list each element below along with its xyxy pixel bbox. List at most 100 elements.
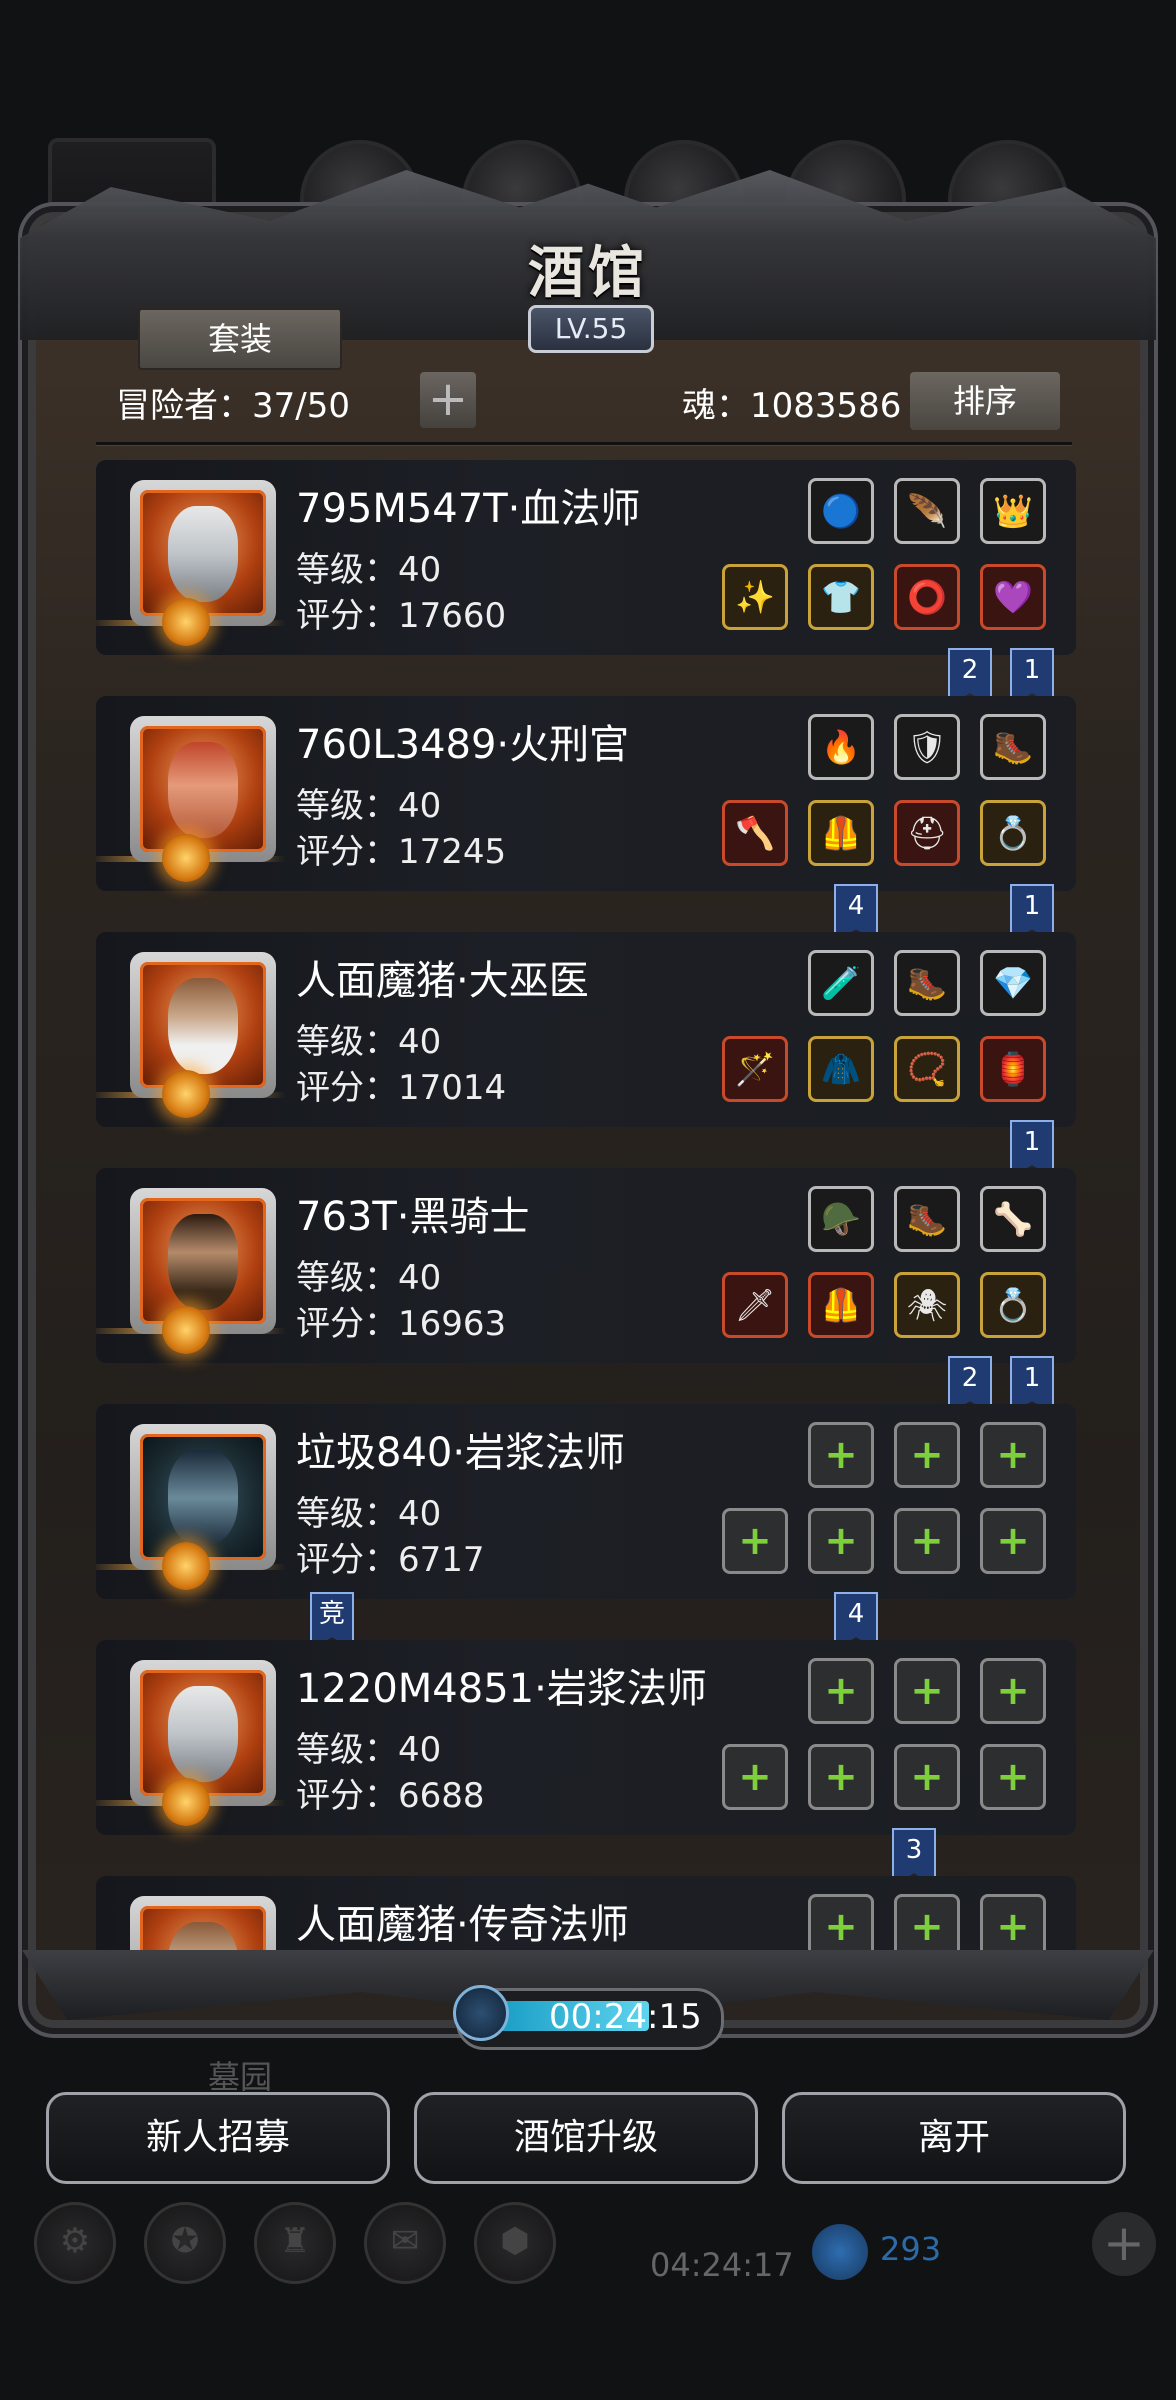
elf-face xyxy=(168,1686,238,1782)
hero-row[interactable]: 人面魔猪·大巫医 等级：40 评分：17014 🧪 🥾 💎 🪄 🧥 📿 🏮 xyxy=(96,932,1076,1127)
boots-icon[interactable]: 🥾 xyxy=(980,714,1046,780)
clock-icon xyxy=(453,1985,509,2041)
hero-name: 763T·黑骑士 xyxy=(296,1194,530,1240)
rank-emblem-icon xyxy=(162,598,210,646)
elf-face xyxy=(168,506,238,602)
empty-slot-add-icon[interactable]: + xyxy=(980,1658,1046,1724)
boots-icon[interactable]: 🥾 xyxy=(894,950,960,1016)
portrait-bg xyxy=(140,1434,266,1560)
empty-slot-add-icon[interactable]: + xyxy=(980,1744,1046,1810)
empty-slot-add-icon[interactable]: + xyxy=(808,1422,874,1488)
amulet-icon[interactable]: 💜 xyxy=(980,564,1046,630)
leave-button[interactable]: 离开 xyxy=(782,2092,1126,2184)
empty-slot-add-icon[interactable]: + xyxy=(808,1744,874,1810)
bag-icon[interactable]: ⬢ xyxy=(474,2202,556,2284)
empty-slot-add-icon[interactable]: + xyxy=(722,1508,788,1574)
axe-icon[interactable]: 🪓 xyxy=(722,800,788,866)
empty-slot-add-icon[interactable]: + xyxy=(808,1508,874,1574)
rank-emblem-icon xyxy=(162,1306,210,1354)
crown-icon[interactable]: 👑 xyxy=(980,478,1046,544)
hooded-face xyxy=(168,1450,238,1546)
timer-text: 00:24:15 xyxy=(549,1997,702,2037)
hero-score: 评分：16963 xyxy=(296,1304,507,1344)
hero-score: 评分：17660 xyxy=(296,596,507,636)
rank-emblem-icon xyxy=(162,834,210,882)
hero-list[interactable]: 795M547T·血法师 等级：40 评分：17660 🔵 🪶 👑 ✨ 👕 ⭕ … xyxy=(96,460,1076,1965)
hero-name: 人面魔猪·传奇法师 xyxy=(296,1902,629,1948)
robe-icon[interactable]: 👕 xyxy=(808,564,874,630)
suit-button[interactable]: 套装 xyxy=(138,308,342,370)
potion-icon[interactable]: 🧪 xyxy=(808,950,874,1016)
boots-icon[interactable]: 🥾 xyxy=(894,1186,960,1252)
rank-emblem-icon xyxy=(162,1778,210,1826)
hero-level: 等级：40 xyxy=(296,1730,442,1770)
hero-row[interactable]: 1220M4851·岩浆法师 等级：40 评分：6688 + + + + + +… xyxy=(96,1640,1076,1835)
portrait-bg xyxy=(140,1198,266,1324)
charm-icon[interactable]: 🏮 xyxy=(980,1036,1046,1102)
fire-icon[interactable]: 🔥 xyxy=(808,714,874,780)
spider-icon[interactable]: 🕷 xyxy=(894,1272,960,1338)
helmet-icon[interactable]: ⛑ xyxy=(894,800,960,866)
wand-icon[interactable]: 🪄 xyxy=(722,1036,788,1102)
orb-icon[interactable]: 🔵 xyxy=(808,478,874,544)
hero-level: 等级：40 xyxy=(296,1258,442,1298)
ring-icon[interactable]: 💍 xyxy=(980,800,1046,866)
hud-time: 04:24:17 xyxy=(650,2246,794,2284)
hero-score: 评分：6717 xyxy=(296,1540,485,1580)
hero-name: 760L3489·火刑官 xyxy=(296,722,630,768)
settings-icon[interactable]: ⚙ xyxy=(34,2202,116,2284)
gauntlet-icon[interactable]: 🦴 xyxy=(980,1186,1046,1252)
staff-icon[interactable]: ✨ xyxy=(722,564,788,630)
rank-emblem-icon xyxy=(162,1070,210,1118)
hero-level: 等级：40 xyxy=(296,1022,442,1062)
empty-slot-add-icon[interactable]: + xyxy=(894,1422,960,1488)
armor-icon[interactable]: 🦺 xyxy=(808,1272,874,1338)
level-badge: LV.55 xyxy=(528,305,654,353)
robe-icon[interactable]: 🧥 xyxy=(808,1036,874,1102)
gem-icon[interactable]: 💎 xyxy=(980,950,1046,1016)
recruit-button[interactable]: 新人招募 xyxy=(46,2092,390,2184)
hero-row[interactable]: 795M547T·血法师 等级：40 评分：17660 🔵 🪶 👑 ✨ 👕 ⭕ … xyxy=(96,460,1076,655)
add-gems-button[interactable]: + xyxy=(1092,2212,1156,2276)
helmet-icon[interactable]: 🪖 xyxy=(808,1186,874,1252)
armor-icon[interactable]: 🦺 xyxy=(808,800,874,866)
mail-icon[interactable]: ✉ xyxy=(364,2202,446,2284)
necklace-icon[interactable]: 📿 xyxy=(894,1036,960,1102)
hero-level: 等级：40 xyxy=(296,550,442,590)
shield-icon[interactable]: 🛡 xyxy=(894,714,960,780)
hero-score: 评分：6688 xyxy=(296,1776,485,1816)
upgrade-tavern-button[interactable]: 酒馆升级 xyxy=(414,2092,758,2184)
empty-slot-add-icon[interactable]: + xyxy=(808,1658,874,1724)
rank-emblem-icon xyxy=(162,1542,210,1590)
add-slot-button[interactable]: + xyxy=(420,372,476,428)
portrait-bg xyxy=(140,726,266,852)
page-title: 酒馆 xyxy=(528,240,648,306)
beard-face xyxy=(168,978,238,1074)
hero-score: 评分：17245 xyxy=(296,832,507,872)
empty-slot-add-icon[interactable]: + xyxy=(980,1422,1046,1488)
feather-icon[interactable]: 🪶 xyxy=(894,478,960,544)
hero-row[interactable]: 垃圾840·岩浆法师 等级：40 评分：6717 + + + + + + + xyxy=(96,1404,1076,1599)
hero-row[interactable]: 760L3489·火刑官 等级：40 评分：17245 🔥 🛡 🥾 🪓 🦺 ⛑ … xyxy=(96,696,1076,891)
empty-slot-add-icon[interactable]: + xyxy=(722,1744,788,1810)
empty-slot-add-icon[interactable]: + xyxy=(894,1508,960,1574)
hero-score: 评分：17014 xyxy=(296,1068,507,1108)
sort-button[interactable]: 排序 xyxy=(910,372,1060,430)
hero-level: 等级：40 xyxy=(296,1494,442,1534)
hero-name: 1220M4851·岩浆法师 xyxy=(296,1666,707,1712)
portrait-bg xyxy=(140,1670,266,1796)
sword-icon[interactable]: 🗡 xyxy=(722,1272,788,1338)
ring-icon[interactable]: 💍 xyxy=(980,1272,1046,1338)
gem-icon xyxy=(812,2224,868,2280)
hero-level: 等级：40 xyxy=(296,786,442,826)
empty-slot-add-icon[interactable]: + xyxy=(980,1508,1046,1574)
ring-icon[interactable]: ⭕ xyxy=(894,564,960,630)
portrait-bg xyxy=(140,490,266,616)
hero-row[interactable]: 763T·黑骑士 等级：40 评分：16963 🪖 🥾 🦴 🗡 🦺 🕷 💍 xyxy=(96,1168,1076,1363)
castle-icon[interactable]: ♜ xyxy=(254,2202,336,2284)
redhair-face xyxy=(168,742,238,838)
empty-slot-add-icon[interactable]: + xyxy=(894,1744,960,1810)
achievement-icon[interactable]: ✪ xyxy=(144,2202,226,2284)
divider xyxy=(96,442,1072,446)
empty-slot-add-icon[interactable]: + xyxy=(894,1658,960,1724)
